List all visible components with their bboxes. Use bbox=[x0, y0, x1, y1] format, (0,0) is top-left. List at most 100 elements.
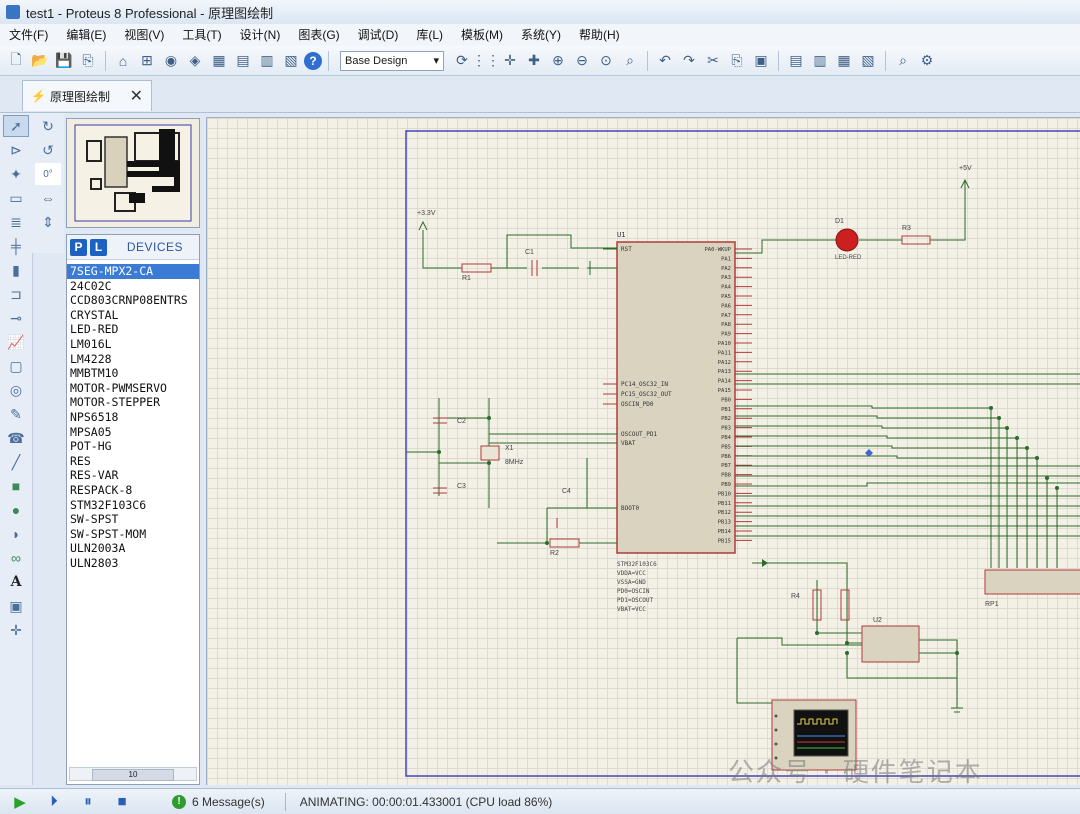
component-mode-icon[interactable]: ⊳ bbox=[3, 139, 29, 161]
mirror-y-icon[interactable]: ⇕ bbox=[35, 211, 61, 233]
resistor-r5[interactable] bbox=[840, 589, 850, 621]
origin-icon[interactable]: ✛ bbox=[499, 50, 521, 72]
device-pin-icon[interactable]: ⊸ bbox=[3, 307, 29, 329]
line-icon[interactable]: ╱ bbox=[3, 451, 29, 473]
device-list-scrollbar[interactable]: 10 bbox=[69, 767, 197, 781]
message-info-icon[interactable]: ! bbox=[172, 794, 186, 809]
scrollbar-thumb[interactable]: 10 bbox=[92, 769, 174, 781]
menu-help[interactable]: 帮助(H) bbox=[570, 24, 629, 46]
schematic-canvas[interactable]: U1 RST PC14_OSC32_IN PC15_OSC32_OUT OSCIN_P… bbox=[206, 117, 1080, 785]
subcircuit-icon[interactable]: ▮ bbox=[3, 259, 29, 281]
menu-design[interactable]: 设计(N) bbox=[231, 24, 290, 46]
schematic-icon[interactable]: ⊞ bbox=[136, 50, 158, 72]
bom-icon[interactable]: ▤ bbox=[232, 50, 254, 72]
schematic-drawing[interactable]: U1 RST PC14_OSC32_IN PC15_OSC32_OUT OSCIN_P… bbox=[207, 118, 1080, 785]
home-icon[interactable]: ⌂ bbox=[112, 50, 134, 72]
save-all-icon[interactable]: ⎘ bbox=[77, 50, 99, 72]
notes-icon[interactable]: ▧ bbox=[280, 50, 302, 72]
terminal-icon[interactable]: ⊐ bbox=[3, 283, 29, 305]
block-move-icon[interactable]: ▥ bbox=[809, 50, 831, 72]
device-list-item[interactable]: RESPACK-8 bbox=[67, 483, 199, 498]
device-list-item[interactable]: MMBTM10 bbox=[67, 366, 199, 381]
block-delete-icon[interactable]: ▧ bbox=[857, 50, 879, 72]
device-list-item[interactable]: LED-RED bbox=[67, 322, 199, 337]
copy-icon[interactable]: ⎘ bbox=[726, 50, 748, 72]
tape-recorder-icon[interactable]: ▢ bbox=[3, 355, 29, 377]
pick-devices-button[interactable]: P bbox=[70, 238, 87, 256]
path-icon[interactable]: ∞ bbox=[3, 547, 29, 569]
search-icon[interactable]: ⌕ bbox=[892, 50, 914, 72]
led-d1[interactable] bbox=[835, 228, 859, 252]
voltage-probe-icon[interactable]: ✎ bbox=[3, 403, 29, 425]
device-list-item[interactable]: MOTOR-STEPPER bbox=[67, 395, 199, 410]
zoom-in-icon[interactable]: ⊕ bbox=[547, 50, 569, 72]
chip-u2[interactable] bbox=[861, 625, 920, 663]
stop-icon[interactable]: ■ bbox=[108, 792, 136, 812]
virtual-instrument-icon[interactable]: ☎ bbox=[3, 427, 29, 449]
step-icon[interactable]: ⏵ bbox=[40, 792, 68, 812]
new-file-icon[interactable]: 🗋 bbox=[5, 50, 27, 72]
undo-icon[interactable]: ↶ bbox=[654, 50, 676, 72]
menu-graph[interactable]: 图表(G) bbox=[289, 24, 348, 46]
device-list-item[interactable]: 24C02C bbox=[67, 279, 199, 294]
play-icon[interactable]: ▶ bbox=[6, 792, 34, 812]
device-list-item[interactable]: CCD803CRNP08ENTRS bbox=[67, 293, 199, 308]
box-icon[interactable]: ■ bbox=[3, 475, 29, 497]
close-icon[interactable]: ✕ bbox=[130, 86, 143, 106]
device-list-item[interactable]: MPSA05 bbox=[67, 425, 199, 440]
rotate-anticlockwise-icon[interactable]: ↺ bbox=[35, 139, 61, 161]
paste-icon[interactable]: ▣ bbox=[750, 50, 772, 72]
pause-icon[interactable]: ⏸ bbox=[74, 792, 102, 812]
device-list-item[interactable]: MOTOR-PWMSERVO bbox=[67, 381, 199, 396]
refresh-icon[interactable]: ⟳ bbox=[451, 50, 473, 72]
device-list-item[interactable]: NPS6518 bbox=[67, 410, 199, 425]
device-list-item[interactable]: LM016L bbox=[67, 337, 199, 352]
grid-toggle-icon[interactable]: ⋮⋮ bbox=[472, 50, 500, 72]
help-icon[interactable]: ? bbox=[304, 51, 322, 70]
zoom-out-icon[interactable]: ⊖ bbox=[571, 50, 593, 72]
property-assign-icon[interactable]: ⚙ bbox=[916, 50, 938, 72]
rotation-angle-icon[interactable]: 0° bbox=[35, 163, 61, 185]
menu-edit[interactable]: 编辑(E) bbox=[57, 24, 115, 46]
device-list-item[interactable]: SW-SPST bbox=[67, 512, 199, 527]
design-explorer-icon[interactable]: ▥ bbox=[256, 50, 278, 72]
pcb-icon[interactable]: ◉ bbox=[160, 50, 182, 72]
text-icon[interactable]: A bbox=[3, 571, 29, 593]
device-list-item[interactable]: RES bbox=[67, 454, 199, 469]
zoom-area-icon[interactable]: ⌕ bbox=[619, 50, 641, 72]
menu-view[interactable]: 视图(V) bbox=[115, 24, 173, 46]
device-list-item[interactable]: STM32F103C6 bbox=[67, 498, 199, 513]
device-list-item[interactable]: SW-SPST-MOM bbox=[67, 527, 199, 542]
device-list-item[interactable]: RES-VAR bbox=[67, 468, 199, 483]
crystal-x1[interactable] bbox=[480, 445, 500, 461]
menu-tools[interactable]: 工具(T) bbox=[173, 24, 230, 46]
menu-system[interactable]: 系统(Y) bbox=[512, 24, 570, 46]
zoom-all-icon[interactable]: ⊙ bbox=[595, 50, 617, 72]
device-list-item[interactable]: ULN2003A bbox=[67, 541, 199, 556]
generator-icon[interactable]: ◎ bbox=[3, 379, 29, 401]
tab-schematic[interactable]: ⚡ 原理图绘制 ✕ bbox=[22, 80, 152, 111]
wire-label-icon[interactable]: ▭ bbox=[3, 187, 29, 209]
message-count[interactable]: 6 Message(s) bbox=[192, 795, 265, 809]
resistor-r2[interactable] bbox=[549, 538, 580, 548]
save-icon[interactable]: 💾 bbox=[53, 50, 75, 72]
symbol-icon[interactable]: ▣ bbox=[3, 595, 29, 617]
menu-library[interactable]: 库(L) bbox=[407, 24, 452, 46]
resistor-r1[interactable] bbox=[461, 263, 492, 273]
resistor-r3[interactable] bbox=[901, 235, 931, 245]
marker-icon[interactable]: ✛ bbox=[3, 619, 29, 641]
variant-select[interactable]: Base Design ▾ bbox=[340, 50, 444, 71]
redo-icon[interactable]: ↷ bbox=[678, 50, 700, 72]
open-folder-icon[interactable]: 📂 bbox=[29, 50, 51, 72]
pan-icon[interactable]: ✚ bbox=[523, 50, 545, 72]
resistor-pack-rp1[interactable] bbox=[984, 569, 1080, 595]
overview-window[interactable] bbox=[66, 118, 200, 228]
cut-icon[interactable]: ✂ bbox=[702, 50, 724, 72]
text-script-icon[interactable]: ≣ bbox=[3, 211, 29, 233]
selection-mode-icon[interactable]: ➚ bbox=[3, 115, 29, 137]
arc-icon[interactable]: ◗ bbox=[3, 523, 29, 545]
graph-mode-icon[interactable]: 📈 bbox=[3, 331, 29, 353]
device-list-item[interactable]: POT-HG bbox=[67, 439, 199, 454]
mirror-x-icon[interactable]: ⇔ bbox=[35, 187, 61, 209]
device-list-item[interactable]: ULN2803 bbox=[67, 556, 199, 571]
